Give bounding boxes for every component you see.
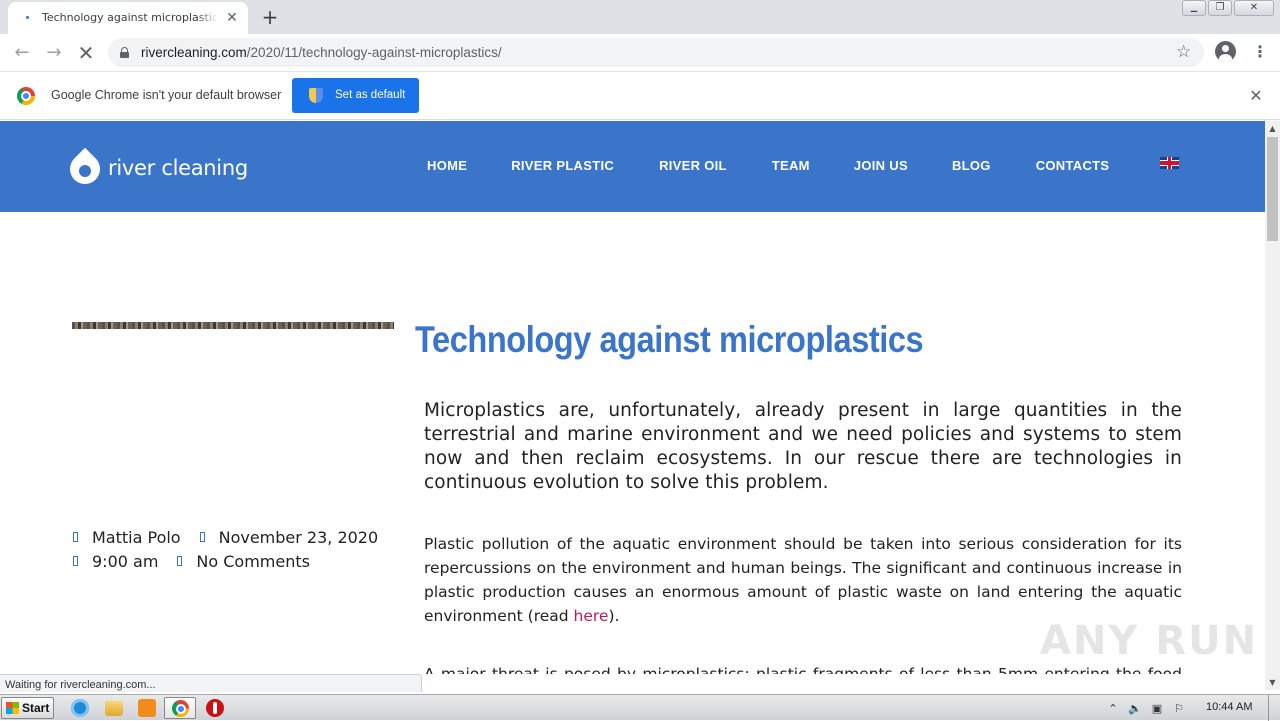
chrome-logo-icon: [17, 87, 35, 105]
infobar-message: Google Chrome isn't your default browser: [51, 88, 282, 102]
post-meta: Mattia Polo November 23, 2020 9:00 am No…: [72, 525, 396, 573]
url-text[interactable]: rivercleaning.com/2020/11/technology-aga…: [141, 45, 502, 60]
account-avatar-icon[interactable]: [1215, 41, 1236, 62]
site-header: river cleaning HOME RIVER PLASTIC RIVER …: [0, 121, 1265, 212]
nav-river-oil[interactable]: RIVER OIL: [659, 158, 727, 173]
loading-favicon-icon: [24, 14, 32, 22]
url-domain: rivercleaning.com: [141, 45, 247, 60]
water-drop-logo-icon[interactable]: [69, 144, 101, 188]
post-lead-paragraph: Microplastics are, unfortunately, alread…: [424, 400, 1182, 493]
close-window-button[interactable]: [1234, 0, 1274, 16]
chrome-menu-icon[interactable]: ⋮: [1252, 42, 1268, 62]
chrome-taskbar-button[interactable]: [164, 697, 196, 719]
scroll-down-arrow-icon[interactable]: ▼: [1268, 678, 1277, 687]
media-player-icon[interactable]: [138, 699, 156, 717]
post-title: Technology against microplastics: [415, 319, 924, 360]
page-viewport: river cleaning HOME RIVER PLASTIC RIVER …: [0, 121, 1265, 674]
nav-join-us[interactable]: JOIN US: [854, 158, 908, 173]
windows-logo-icon: [6, 702, 19, 714]
infobar-close-icon[interactable]: ✕: [1246, 86, 1266, 106]
volume-icon[interactable]: 🔈: [1128, 702, 1142, 715]
post-date: November 23, 2020: [218, 527, 379, 547]
post-author[interactable]: Mattia Polo: [92, 528, 181, 547]
post-comments-link[interactable]: No Comments: [196, 552, 310, 571]
window-controls: [1182, 0, 1274, 18]
lock-icon[interactable]: [120, 47, 129, 58]
calendar-icon: [199, 532, 205, 542]
uk-flag-icon[interactable]: [1160, 157, 1179, 169]
windows-taskbar: Start ⌃ 🔈 ▣ ⚐ 10:44 AM: [0, 694, 1280, 721]
taskbar-clock[interactable]: 10:44 AM: [1206, 701, 1252, 713]
new-tab-button[interactable]: +: [258, 6, 282, 28]
show-desktop-button[interactable]: [1268, 695, 1280, 721]
nav-blog[interactable]: BLOG: [952, 158, 991, 173]
post-paragraph: Plastic pollution of the aquatic environ…: [424, 532, 1182, 628]
start-button[interactable]: Start: [1, 697, 54, 719]
back-button[interactable]: ←: [11, 42, 33, 64]
site-logo-text[interactable]: river cleaning: [108, 156, 248, 180]
nav-home[interactable]: HOME: [427, 158, 467, 173]
nav-river-plastic[interactable]: RIVER PLASTIC: [511, 158, 614, 173]
uac-shield-icon: [309, 88, 323, 103]
nav-contacts[interactable]: CONTACTS: [1036, 158, 1110, 173]
browser-toolbar: ← → ✕ rivercleaning.com/2020/11/technolo…: [0, 34, 1280, 72]
stop-loading-button[interactable]: ✕: [75, 42, 97, 64]
default-browser-infobar: Google Chrome isn't your default browser…: [0, 72, 1280, 120]
nav-team[interactable]: TEAM: [772, 158, 810, 173]
set-as-default-button[interactable]: Set as default: [292, 78, 419, 113]
scroll-up-arrow-icon[interactable]: ▲: [1268, 124, 1277, 133]
browser-tab[interactable]: Technology against microplastics - R ✕: [8, 2, 248, 34]
url-path: /2020/11/technology-against-microplastic…: [246, 45, 502, 60]
post-featured-image: [72, 322, 394, 329]
anyrun-watermark: ANY RUN: [1040, 618, 1259, 664]
comments-icon: [177, 556, 183, 566]
main-navigation: HOME RIVER PLASTIC RIVER OIL TEAM JOIN U…: [427, 158, 1109, 173]
paragraph-text: Plastic pollution of the aquatic environ…: [424, 535, 1182, 625]
author-icon: [73, 532, 78, 542]
set-as-default-label: Set as default: [335, 89, 406, 101]
tab-title: Technology against microplastics - R: [42, 11, 218, 24]
restore-button[interactable]: [1208, 0, 1232, 16]
bookmark-star-icon[interactable]: ☆: [1176, 42, 1191, 62]
opera-icon[interactable]: [206, 699, 224, 717]
file-explorer-icon[interactable]: [105, 701, 123, 716]
read-here-link[interactable]: here: [574, 607, 609, 625]
start-label: Start: [22, 701, 50, 715]
action-center-flag-icon[interactable]: ⚐: [1172, 702, 1186, 715]
scrollbar-thumb[interactable]: [1267, 137, 1278, 241]
page-scrollbar[interactable]: ▲ ▼: [1265, 121, 1280, 690]
loading-status-bar: Waiting for rivercleaning.com...: [0, 674, 422, 692]
tab-strip: Technology against microplastics - R ✕ +: [0, 0, 1280, 34]
minimize-button[interactable]: [1182, 0, 1206, 16]
post-time: 9:00 am: [92, 551, 159, 571]
system-tray: ⌃ 🔈 ▣ ⚐: [1106, 697, 1186, 719]
paragraph-text-end: ).: [608, 607, 620, 625]
chrome-taskbar-icon: [172, 700, 189, 717]
internet-explorer-icon[interactable]: [71, 699, 89, 717]
clock-icon: [73, 556, 78, 566]
tab-close-icon[interactable]: ✕: [223, 9, 241, 27]
forward-button[interactable]: →: [43, 42, 65, 64]
tray-expand-icon[interactable]: ⌃: [1106, 702, 1120, 715]
address-bar[interactable]: rivercleaning.com/2020/11/technology-aga…: [108, 38, 1204, 67]
network-icon[interactable]: ▣: [1150, 702, 1164, 715]
